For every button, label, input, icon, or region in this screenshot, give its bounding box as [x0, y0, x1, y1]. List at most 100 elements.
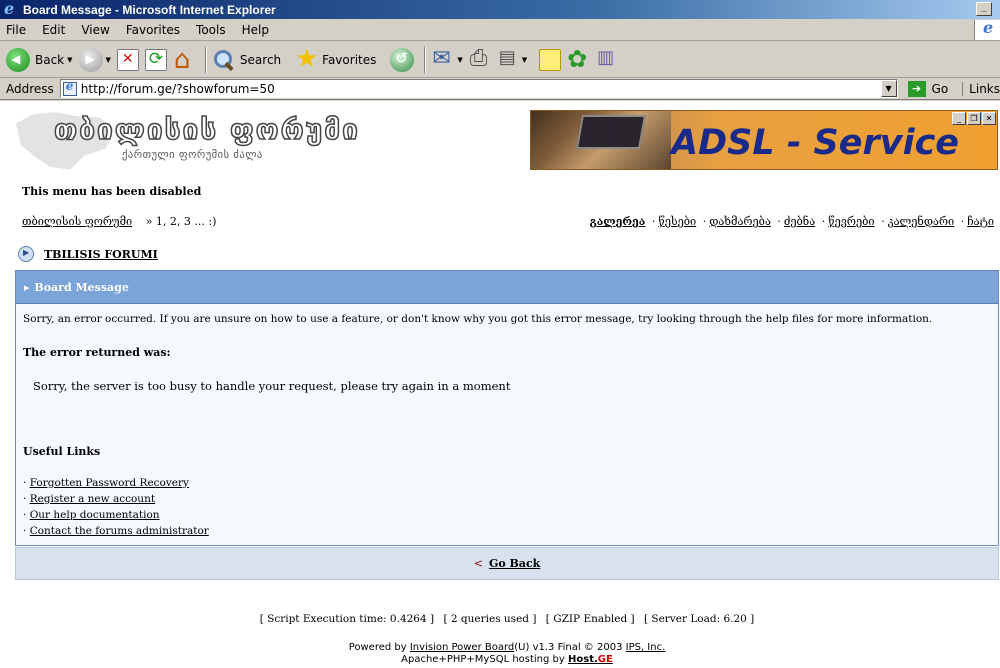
back-dropdown-icon[interactable]: ▼ [67, 56, 72, 64]
minimize-button[interactable]: _ [976, 2, 992, 16]
menu-edit[interactable]: Edit [42, 23, 65, 37]
powered-by-footer: Powered by Invision Power Board(U) v1.3 … [0, 642, 1000, 666]
forum-arrow-icon [18, 246, 34, 262]
header-arrow-icon: ▶ [24, 282, 30, 292]
go-arrow-icon: ➔ [907, 80, 926, 97]
menu-help[interactable]: Help [242, 23, 269, 37]
error-returned-title: The error returned was: [23, 346, 171, 359]
nav-search-link[interactable]: ძებნა [784, 215, 815, 228]
go-button[interactable]: ➔ Go [907, 80, 949, 97]
stat-exec-time: [ Script Execution time: 0.4264 ] [259, 613, 435, 625]
back-button[interactable]: Back ▼ [6, 47, 73, 72]
banner-minimize-icon[interactable]: _ [952, 112, 966, 125]
contact-admin-link[interactable]: Contact the forums administrator [30, 525, 209, 537]
go-back-arrow: < [473, 557, 483, 570]
history-button[interactable] [390, 47, 415, 72]
error-message: Sorry, the server is too busy to handle … [33, 379, 511, 393]
stop-icon [116, 48, 139, 71]
search-button[interactable]: Search [213, 49, 281, 71]
page-content: თბილისის ფორუმი ქართული ფორუმის ძალა ADS… [0, 101, 1000, 668]
host-ge-link[interactable]: Host.GE [568, 654, 613, 665]
nav-help-link[interactable]: დახმარება [709, 215, 771, 228]
home-icon [173, 45, 195, 75]
stop-button[interactable] [116, 48, 139, 71]
search-icon [213, 49, 235, 71]
toolbar-separator [424, 46, 427, 73]
ie-throbber-icon [974, 18, 1000, 40]
menu-favorites[interactable]: Favorites [126, 23, 180, 37]
address-input[interactable]: http://forum.ge/?showforum=50 ▼ [59, 79, 898, 98]
help-docs-link[interactable]: Our help documentation [30, 509, 160, 521]
ips-link[interactable]: IPS, Inc. [626, 642, 666, 653]
go-back-link[interactable]: Go Back [489, 557, 540, 570]
banner-restore-icon[interactable]: ❐ [967, 112, 981, 125]
nav-row: თბილისის ფორუმი » 1, 2, 3 ... :) გალერეა… [22, 215, 994, 228]
stat-gzip: [ GZIP Enabled ] [545, 613, 635, 625]
go-back-bar: < Go Back [15, 547, 999, 580]
forgotten-password-link[interactable]: Forgotten Password Recovery [30, 477, 189, 489]
ie-logo-icon [3, 0, 19, 18]
home-button[interactable] [173, 45, 195, 75]
ipb-version: (U) v1.3 Final © 2003 [514, 642, 623, 653]
note-icon [539, 48, 562, 71]
logo-subtitle: ქართული ფორუმის ძალა [122, 149, 263, 161]
breadcrumb-forum-link[interactable]: თბილისის ფორუმი [22, 215, 132, 228]
useful-links-title: Useful Links [23, 445, 101, 458]
research-button[interactable] [595, 47, 617, 71]
address-dropdown-icon[interactable]: ▼ [880, 80, 897, 97]
forward-dropdown-icon[interactable]: ▼ [106, 56, 111, 64]
nav-gallery-link[interactable]: გალერეა [590, 215, 646, 228]
board-message-box: ▶ Board Message Sorry, an error occurred… [15, 270, 999, 546]
error-intro: Sorry, an error occurred. If you are uns… [23, 313, 933, 325]
address-url: http://forum.ge/?showforum=50 [80, 81, 275, 96]
edit-button[interactable]: ▼ [497, 47, 527, 71]
refresh-button[interactable] [144, 48, 167, 71]
forward-button[interactable]: ▼ [78, 47, 111, 72]
links-toolbar[interactable]: Links [962, 81, 1000, 96]
forum-title-row: TBILISIS FORUMI [18, 246, 158, 262]
stat-queries: [ 2 queries used ] [443, 613, 537, 625]
forum-logo[interactable]: თბილისის ფორუმი ქართული ფორუმის ძალა [16, 111, 359, 175]
menu-tools[interactable]: Tools [196, 23, 226, 37]
mail-button[interactable]: ▼ [432, 46, 462, 71]
addressbar: Address http://forum.ge/?showforum=50 ▼ … [0, 78, 1000, 100]
notes-button[interactable] [539, 48, 562, 71]
page-icon [62, 79, 77, 96]
board-message-title: Board Message [34, 280, 129, 294]
forward-arrow-icon [78, 47, 103, 72]
ipb-link[interactable]: Invision Power Board [410, 642, 514, 653]
nav-rules-link[interactable]: წესები [658, 215, 696, 228]
register-link[interactable]: Register a new account [30, 493, 155, 505]
forum-title-link[interactable]: TBILISIS FORUMI [44, 248, 158, 261]
go-label: Go [931, 81, 949, 96]
menu-view[interactable]: View [81, 23, 109, 37]
search-label: Search [239, 52, 282, 67]
favorites-button[interactable]: Favorites [295, 44, 376, 74]
server-stats: [ Script Execution time: 0.4264 ] [ 2 qu… [0, 613, 1000, 625]
adsl-banner[interactable]: ADSL - Service _ ❐ ✕ [530, 110, 998, 170]
hosting-prefix: Apache+PHP+MySQL hosting by [401, 654, 565, 665]
icq-button[interactable] [567, 45, 589, 73]
history-icon [390, 47, 415, 72]
list-item: · Our help documentation [23, 509, 160, 521]
laptop-image [531, 111, 671, 169]
icq-flower-icon [567, 45, 589, 73]
research-icon [595, 47, 617, 71]
edit-icon [497, 47, 519, 71]
nav-members-link[interactable]: წევრები [828, 215, 874, 228]
nav-calendar-link[interactable]: კალენდარი [888, 215, 955, 228]
host-ge: GE [597, 654, 613, 665]
back-arrow-icon [6, 47, 30, 72]
edit-dropdown-icon[interactable]: ▼ [522, 56, 527, 64]
mail-dropdown-icon[interactable]: ▼ [457, 56, 462, 64]
stat-server-load: [ Server Load: 6.20 ] [643, 613, 755, 625]
menu-file[interactable]: File [6, 23, 26, 37]
toolbar-separator [204, 46, 207, 73]
banner-close-icon[interactable]: ✕ [982, 112, 996, 125]
print-button[interactable] [469, 46, 491, 71]
refresh-icon [144, 48, 167, 71]
nav-chat-link[interactable]: ჩატი [967, 215, 994, 228]
printer-icon [469, 46, 491, 71]
list-item: · Contact the forums administrator [23, 525, 209, 537]
list-item: · Forgotten Password Recovery [23, 477, 189, 489]
